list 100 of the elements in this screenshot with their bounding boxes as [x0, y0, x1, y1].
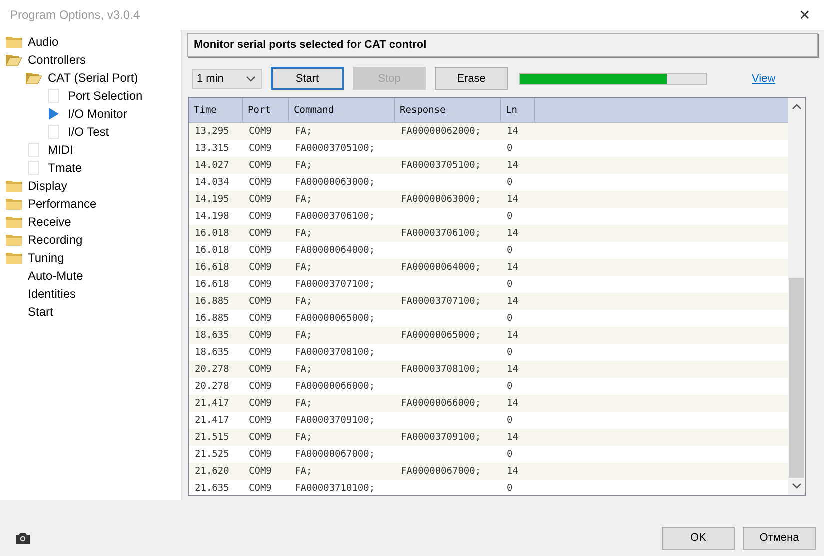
column-header[interactable]: Time — [189, 98, 243, 122]
table-cell: COM9 — [249, 296, 272, 307]
table-cell: 0 — [507, 143, 513, 154]
table-cell: 21.620 — [195, 466, 230, 477]
table-cell: FA; — [295, 126, 312, 137]
table-cell: 14 — [507, 398, 518, 409]
table-cell: COM9 — [249, 143, 272, 154]
table-cell: COM9 — [249, 364, 272, 375]
column-header[interactable]: Port — [243, 98, 289, 122]
table-cell: COM9 — [249, 228, 272, 239]
chevron-down-icon — [246, 76, 256, 82]
table-cell: 14 — [507, 296, 518, 307]
tree-item[interactable]: I/O Monitor — [68, 107, 128, 121]
table-cell: 21.417 — [195, 398, 230, 409]
dialog-button[interactable]: OK — [662, 526, 735, 550]
tree-item[interactable]: Controllers — [28, 53, 86, 67]
table-cell: COM9 — [249, 160, 272, 171]
table-cell: 18.635 — [195, 347, 230, 358]
table-cell: 14 — [507, 160, 518, 171]
tree-item[interactable]: Display — [28, 179, 68, 193]
table-cell: FA; — [295, 228, 312, 239]
camera-icon[interactable] — [16, 532, 30, 544]
table-cell: COM9 — [249, 347, 272, 358]
tree-item[interactable]: Tuning — [28, 251, 64, 265]
panel-heading: Monitor serial ports selected for CAT control — [187, 33, 818, 57]
toolbar-button[interactable]: Start — [271, 67, 344, 90]
table-cell: 21.635 — [195, 483, 230, 494]
table-cell: FA00000066000; — [295, 381, 376, 392]
table-cell: 0 — [507, 381, 513, 392]
tree-item[interactable]: Port Selection — [68, 89, 143, 103]
column-header[interactable]: Response — [395, 98, 501, 122]
tree-item[interactable]: I/O Test — [68, 125, 110, 139]
table-cell: 16.018 — [195, 245, 230, 256]
table-cell: 18.635 — [195, 330, 230, 341]
tree-item[interactable]: Recording — [28, 233, 83, 247]
table-cell: 14 — [507, 432, 518, 443]
table-cell: FA; — [295, 364, 312, 375]
table-cell: FA00003709100; — [401, 432, 482, 443]
table-cell: 16.885 — [195, 313, 230, 324]
table-cell: 16.618 — [195, 279, 230, 290]
tree-item[interactable]: Auto-Mute — [28, 269, 84, 283]
table-cell: FA; — [295, 330, 312, 341]
table-cell: FA00003706100; — [401, 228, 482, 239]
dialog-button[interactable]: Отмена — [743, 526, 816, 550]
tree-item[interactable]: Tmate — [48, 161, 82, 175]
table-cell: 14.195 — [195, 194, 230, 205]
table-cell: 0 — [507, 177, 513, 188]
table-cell: COM9 — [249, 466, 272, 477]
table-cell: COM9 — [249, 262, 272, 273]
table-cell: 0 — [507, 347, 513, 358]
table-cell: COM9 — [249, 398, 272, 409]
table-cell: 0 — [507, 313, 513, 324]
table-cell: 14 — [507, 330, 518, 341]
table-cell: 14 — [507, 364, 518, 375]
table-cell: FA00003705100; — [295, 143, 376, 154]
table-cell: FA00000062000; — [401, 126, 482, 137]
table-cell: FA00003706100; — [295, 211, 376, 222]
table-cell: 14.034 — [195, 177, 230, 188]
scroll-down-icon[interactable] — [792, 482, 802, 490]
table-cell: COM9 — [249, 194, 272, 205]
table-cell: COM9 — [249, 483, 272, 494]
tree-item[interactable]: Audio — [28, 35, 59, 49]
table-cell: FA00000063000; — [295, 177, 376, 188]
table-cell: 20.278 — [195, 381, 230, 392]
table-cell: FA00003708100; — [295, 347, 376, 358]
scroll-up-icon[interactable] — [792, 103, 802, 111]
table-cell: 0 — [507, 415, 513, 426]
tree-item[interactable]: Performance — [28, 197, 97, 211]
tree-item[interactable]: Receive — [28, 215, 72, 229]
tree-item[interactable]: CAT (Serial Port) — [48, 71, 138, 85]
table-cell: 14.198 — [195, 211, 230, 222]
column-header[interactable]: Command — [289, 98, 395, 122]
table-cell: 0 — [507, 483, 513, 494]
tree-item[interactable]: Start — [28, 305, 54, 319]
tree-item[interactable]: MIDI — [48, 143, 74, 157]
table-cell: 16.885 — [195, 296, 230, 307]
table-cell: 0 — [507, 279, 513, 290]
table-cell: COM9 — [249, 279, 272, 290]
table-cell: COM9 — [249, 245, 272, 256]
interval-dropdown[interactable]: 1 min — [192, 68, 262, 88]
table-cell: 21.417 — [195, 415, 230, 426]
tree-item[interactable]: Identities — [28, 287, 76, 301]
table-cell: 21.525 — [195, 449, 230, 460]
table-cell: 14 — [507, 228, 518, 239]
vertical-scrollbar[interactable] — [788, 98, 805, 495]
table-cell: FA; — [295, 296, 312, 307]
table-cell: FA00000065000; — [401, 330, 482, 341]
table-cell: COM9 — [249, 449, 272, 460]
table-cell: FA00003709100; — [295, 415, 376, 426]
column-header[interactable]: Ln — [501, 98, 535, 122]
table-cell: COM9 — [249, 381, 272, 392]
table-cell: 14 — [507, 194, 518, 205]
table-cell: 16.018 — [195, 228, 230, 239]
table-cell: FA; — [295, 432, 312, 443]
view-link[interactable]: View — [752, 72, 776, 84]
close-button[interactable]: ✕ — [792, 7, 818, 23]
toolbar-button[interactable]: Erase — [435, 67, 508, 90]
scrollbar-thumb[interactable] — [789, 278, 804, 478]
table-cell: 13.295 — [195, 126, 230, 137]
table-cell: FA; — [295, 466, 312, 477]
